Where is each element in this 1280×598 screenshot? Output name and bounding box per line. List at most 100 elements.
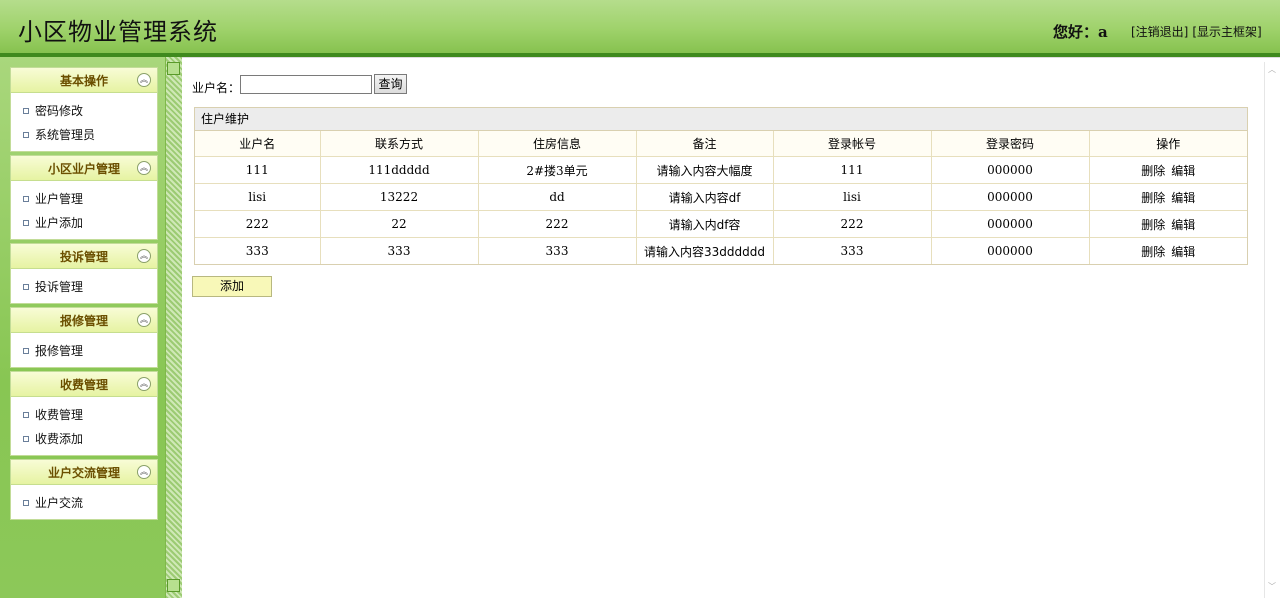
collapse-icon[interactable]: ︽ xyxy=(137,161,151,175)
table-cell: 000000 xyxy=(930,210,1090,238)
panel-title: 基本操作 xyxy=(59,74,108,88)
query-button[interactable]: 查询 xyxy=(374,74,407,94)
table-cell: 000000 xyxy=(930,156,1090,184)
panel-header[interactable]: 投诉管理 ︽ xyxy=(11,244,157,269)
table-cell: 111ddddd xyxy=(319,156,479,184)
panel-title: 投诉管理 xyxy=(59,250,108,264)
sidebar-item-label: 投诉管理 xyxy=(35,280,84,294)
panel-header[interactable]: 收费管理 ︽ xyxy=(11,372,157,397)
panel-resident-management: 小区业户管理 ︽ 业户管理 业户添加 xyxy=(10,155,158,240)
column-header: 登录帐号 xyxy=(772,131,932,157)
panel-header[interactable]: 业户交流管理 ︽ xyxy=(11,460,157,485)
table-row: 222 22 222 请输入内df容 222 000000 删除 编辑 xyxy=(195,210,1247,238)
bullet-icon xyxy=(23,499,29,506)
column-header: 备注 xyxy=(635,131,774,157)
table-cell: 请输入内容df xyxy=(635,183,774,211)
table-row: 111 111ddddd 2#搂3单元 请输入内容大幅度 111 000000 … xyxy=(195,156,1247,184)
panel-header[interactable]: 小区业户管理 ︽ xyxy=(11,156,157,181)
delete-link[interactable]: 删除 xyxy=(1141,164,1165,178)
sidebar-item-label: 报修管理 xyxy=(35,344,84,358)
sidebar-item-resident-exchange[interactable]: 业户交流 xyxy=(11,491,157,515)
table-cell: lisi xyxy=(195,183,321,211)
panel-title: 报修管理 xyxy=(59,314,108,328)
table-cell: 请输入内容33dddddd xyxy=(635,237,774,264)
vertical-scrollbar[interactable]: ︿ ﹀ xyxy=(1264,62,1280,598)
panel-title: 业户交流管理 xyxy=(47,466,120,480)
splitter-toggle-bottom[interactable] xyxy=(167,579,180,592)
edit-link[interactable]: 编辑 xyxy=(1171,191,1195,205)
collapse-icon[interactable]: ︽ xyxy=(137,465,151,479)
delete-link[interactable]: 删除 xyxy=(1141,245,1165,259)
table-cell: 333 xyxy=(477,237,637,264)
collapse-icon[interactable]: ︽ xyxy=(137,377,151,391)
table-cell: 111 xyxy=(195,156,321,184)
column-header: 业户名 xyxy=(195,131,321,157)
sidebar-item-label: 密码修改 xyxy=(35,104,84,118)
collapse-icon[interactable]: ︽ xyxy=(137,73,151,87)
panel-resident-exchange: 业户交流管理 ︽ 业户交流 xyxy=(10,459,158,520)
header-links: [注销退出] [显示主框架] xyxy=(1131,23,1266,40)
table-caption: 住户维护 xyxy=(195,108,1247,131)
table-cell: lisi xyxy=(772,183,932,211)
collapse-icon[interactable]: ︽ xyxy=(137,313,151,327)
frame-splitter[interactable] xyxy=(165,57,182,598)
panel-header[interactable]: 基本操作 ︽ xyxy=(11,68,157,93)
table-actions: 删除 编辑 xyxy=(1088,183,1247,211)
table-cell: 000000 xyxy=(930,237,1090,264)
table-cell: 333 xyxy=(319,237,479,264)
scroll-down-icon[interactable]: ﹀ xyxy=(1267,582,1277,592)
table-cell: 请输入内容大幅度 xyxy=(635,156,774,184)
sidebar-item-label: 业户添加 xyxy=(35,216,84,230)
panel-fee-management: 收费管理 ︽ 收费管理 收费添加 xyxy=(10,371,158,456)
delete-link[interactable]: 删除 xyxy=(1141,218,1165,232)
table-actions: 删除 编辑 xyxy=(1088,210,1247,238)
panel-header[interactable]: 报修管理 ︽ xyxy=(11,308,157,333)
panel-complaint-management: 投诉管理 ︽ 投诉管理 xyxy=(10,243,158,304)
app-header: 小区物业管理系统 您好：a [注销退出] [显示主框架] xyxy=(0,0,1280,57)
main-content: 业户名： 查询 住户维护 业户名 联系方式 住房信息 备注 登录帐号 登录密码 … xyxy=(182,57,1280,598)
app-title: 小区物业管理系统 xyxy=(18,18,218,46)
sidebar-item-label: 系统管理员 xyxy=(35,128,96,142)
delete-link[interactable]: 删除 xyxy=(1141,191,1165,205)
show-main-frame-link[interactable]: [显示主框架] xyxy=(1192,25,1261,39)
sidebar-item-fee-management[interactable]: 收费管理 xyxy=(11,403,157,427)
table-actions: 删除 编辑 xyxy=(1088,156,1247,184)
sidebar-item-fee-add[interactable]: 收费添加 xyxy=(11,427,157,451)
table-cell: 222 xyxy=(772,210,932,238)
sidebar-item-system-admin[interactable]: 系统管理员 xyxy=(11,123,157,147)
sidebar-item-label: 业户管理 xyxy=(35,192,84,206)
bullet-icon xyxy=(23,131,29,138)
scroll-up-icon[interactable]: ︿ xyxy=(1267,65,1277,75)
table-cell: 333 xyxy=(195,237,321,264)
table-cell: 111 xyxy=(772,156,932,184)
collapse-icon[interactable]: ︽ xyxy=(137,249,151,263)
table-cell: 22 xyxy=(319,210,479,238)
edit-link[interactable]: 编辑 xyxy=(1171,245,1195,259)
search-label: 业户名： xyxy=(192,81,241,95)
panel-basic-operations: 基本操作 ︽ 密码修改 系统管理员 xyxy=(10,67,158,152)
table-header-row: 业户名 联系方式 住房信息 备注 登录帐号 登录密码 操作 xyxy=(195,131,1247,157)
bullet-icon xyxy=(23,219,29,226)
edit-link[interactable]: 编辑 xyxy=(1171,164,1195,178)
resident-name-input[interactable] xyxy=(240,75,372,94)
panel-title: 收费管理 xyxy=(59,378,108,392)
sidebar-item-resident-add[interactable]: 业户添加 xyxy=(11,211,157,235)
table-cell: 000000 xyxy=(930,183,1090,211)
add-resident-button[interactable]: 添加 xyxy=(192,276,272,297)
table-cell: dd xyxy=(477,183,637,211)
sidebar-item-label: 收费管理 xyxy=(35,408,84,422)
panel-repair-management: 报修管理 ︽ 报修管理 xyxy=(10,307,158,368)
table-cell: 333 xyxy=(772,237,932,264)
table-row: lisi 13222 dd 请输入内容df lisi 000000 删除 编辑 xyxy=(195,183,1247,211)
edit-link[interactable]: 编辑 xyxy=(1171,218,1195,232)
splitter-toggle-top[interactable] xyxy=(167,62,180,75)
sidebar-item-change-password[interactable]: 密码修改 xyxy=(11,99,157,123)
sidebar-item-complaint-management[interactable]: 投诉管理 xyxy=(11,275,157,299)
logout-link[interactable]: [注销退出] xyxy=(1131,25,1188,39)
column-header: 联系方式 xyxy=(319,131,479,157)
column-header: 操作 xyxy=(1088,131,1247,157)
sidebar-item-resident-management[interactable]: 业户管理 xyxy=(11,187,157,211)
sidebar-item-repair-management[interactable]: 报修管理 xyxy=(11,339,157,363)
bullet-icon xyxy=(23,435,29,442)
user-greeting: 您好：a xyxy=(1053,23,1108,41)
